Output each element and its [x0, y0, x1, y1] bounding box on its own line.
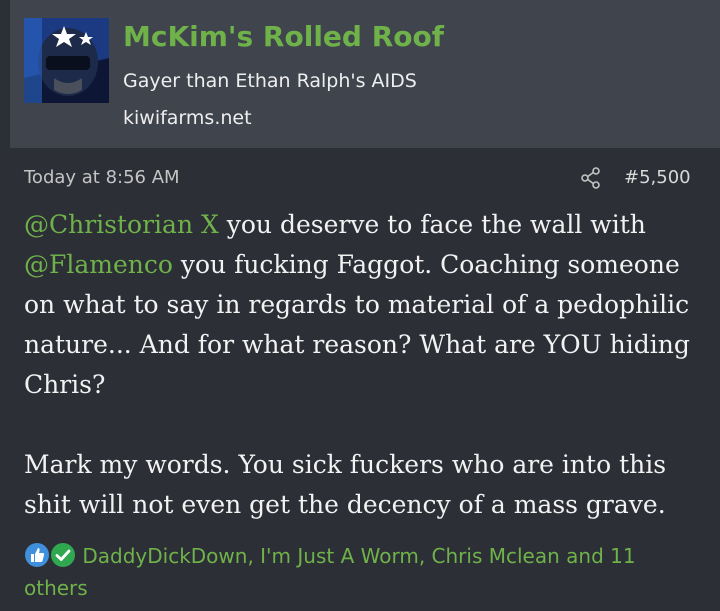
user-header: McKim's Rolled Roof Gayer than Ethan Ral…	[10, 0, 720, 148]
post-number[interactable]: #5,500	[624, 167, 691, 188]
share-icon[interactable]	[580, 167, 602, 189]
post-paragraph: @Christorian X you deserve to face the w…	[24, 205, 704, 405]
username[interactable]: McKim's Rolled Roof	[123, 20, 444, 53]
reaction-users[interactable]: DaddyDickDown, I'm Just A Worm, Chris Mc…	[24, 544, 636, 600]
reactions-bar[interactable]: DaddyDickDown, I'm Just A Worm, Chris Mc…	[24, 540, 684, 604]
post-text: you deserve to face the wall with	[218, 210, 646, 239]
checkmark-icon	[50, 542, 76, 568]
user-title: Gayer than Ethan Ralph's AIDS	[123, 70, 417, 92]
mention-link[interactable]: @Flamenco	[24, 250, 173, 279]
share-icon-graphic	[581, 167, 600, 189]
mention-link[interactable]: @Christorian X	[24, 210, 219, 239]
post-body: @Christorian X you deserve to face the w…	[24, 205, 704, 525]
avatar-image	[24, 18, 109, 103]
post-paragraph: Mark my words. You sick fuckers who are …	[24, 450, 667, 519]
avatar[interactable]	[24, 18, 109, 103]
user-site: kiwifarms.net	[123, 107, 252, 129]
thumbs-up-icon	[24, 542, 50, 568]
post-timestamp[interactable]: Today at 8:56 AM	[24, 167, 180, 188]
reaction-icons[interactable]	[24, 542, 76, 568]
